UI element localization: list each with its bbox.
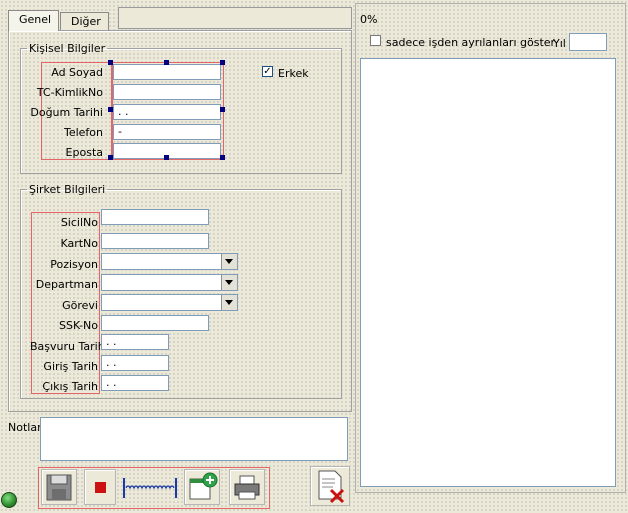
- exit-date-label: Çıkış Tarih: [42, 380, 98, 393]
- kart-no-field[interactable]: [101, 233, 209, 249]
- birthdate-label: Doğum Tarihi: [30, 106, 103, 119]
- printer-icon: [234, 475, 260, 500]
- resize-handle-ml[interactable]: [108, 107, 113, 112]
- resize-handle-mr[interactable]: [220, 107, 225, 112]
- birthdate-field[interactable]: . .: [113, 104, 221, 120]
- chevron-down-icon[interactable]: [221, 275, 237, 290]
- filter-checkbox[interactable]: [370, 35, 381, 46]
- entry-date-label: Giriş Tarih: [43, 360, 98, 373]
- delete-document-button[interactable]: [310, 466, 350, 506]
- ssk-no-label: SSK-No: [59, 319, 98, 332]
- gender-checkbox[interactable]: ✓: [262, 66, 273, 77]
- progress-spring-icon: [123, 478, 177, 498]
- resize-handle-tr[interactable]: [220, 60, 225, 65]
- resize-handle-bm[interactable]: [164, 155, 169, 160]
- position-combo[interactable]: [101, 253, 238, 270]
- tab-strip: [118, 7, 352, 29]
- year-label: Yıl: [553, 37, 566, 50]
- tab-diger[interactable]: Diğer: [60, 12, 109, 31]
- resize-handle-br[interactable]: [220, 155, 225, 160]
- chevron-down-icon[interactable]: [221, 295, 237, 310]
- status-indicator-icon: [1, 492, 17, 508]
- add-document-icon: [189, 472, 218, 500]
- print-button[interactable]: [229, 469, 265, 505]
- position-label: Pozisyon: [50, 258, 98, 271]
- save-icon: [46, 474, 72, 501]
- progress-spring: [121, 475, 179, 501]
- entry-date-field[interactable]: . .: [101, 355, 169, 371]
- gender-label: Erkek: [278, 67, 309, 80]
- stop-button[interactable]: [84, 469, 116, 505]
- delete-document-icon: [318, 470, 345, 504]
- department-label: Departman: [35, 278, 98, 291]
- add-document-button[interactable]: [184, 469, 220, 505]
- sicil-no-label: SicilNo: [60, 216, 98, 229]
- notes-field[interactable]: [40, 417, 348, 461]
- name-label: Ad Soyad: [51, 66, 103, 79]
- phone-field[interactable]: -: [113, 124, 221, 140]
- kart-no-label: KartNo: [60, 237, 98, 250]
- resize-handle-tm[interactable]: [164, 60, 169, 65]
- save-button[interactable]: [41, 469, 77, 505]
- application-date-field[interactable]: . .: [101, 334, 169, 350]
- notes-label: Notlar: [8, 421, 42, 434]
- progress-percent: 0%: [360, 13, 378, 26]
- filter-label: sadece işden ayrılanları göster: [386, 36, 556, 49]
- resize-handle-bl[interactable]: [108, 155, 113, 160]
- tc-id-label: TC-KimlikNo: [36, 86, 103, 99]
- tc-id-field[interactable]: [113, 84, 221, 100]
- stop-icon: [95, 482, 106, 493]
- email-label: Eposta: [65, 146, 103, 159]
- exit-date-field[interactable]: . .: [101, 375, 169, 391]
- resize-handle-tl[interactable]: [108, 60, 113, 65]
- check-icon: ✓: [263, 66, 272, 77]
- year-field[interactable]: [569, 33, 607, 51]
- duty-combo[interactable]: [101, 294, 238, 311]
- tab-genel[interactable]: Genel: [8, 10, 59, 31]
- employee-list[interactable]: [360, 58, 616, 487]
- ssk-no-field[interactable]: [101, 315, 209, 331]
- company-info-legend: Şirket Bilgileri: [29, 183, 106, 196]
- chevron-down-icon[interactable]: [221, 254, 237, 269]
- duty-label: Görevi: [62, 299, 98, 312]
- sicil-no-field[interactable]: [101, 209, 209, 225]
- application-date-label: Başvuru Tarih: [30, 340, 105, 353]
- department-combo[interactable]: [101, 274, 238, 291]
- phone-label: Telefon: [63, 126, 103, 139]
- name-field[interactable]: [113, 64, 221, 80]
- personal-info-legend: Kişisel Bilgiler: [29, 42, 106, 55]
